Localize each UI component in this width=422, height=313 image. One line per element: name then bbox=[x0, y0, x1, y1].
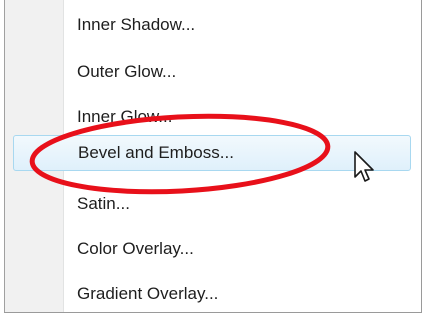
menu-item-satin[interactable]: Satin... bbox=[64, 186, 404, 222]
context-menu-screenshot: Inner Shadow... Outer Glow... Inner Glow… bbox=[0, 0, 422, 313]
menu-item-color-overlay[interactable]: Color Overlay... bbox=[64, 231, 404, 267]
layer-style-menu: Inner Shadow... Outer Glow... Inner Glow… bbox=[0, 0, 422, 313]
menu-item-gradient-overlay[interactable]: Gradient Overlay... bbox=[64, 276, 404, 312]
menu-item-bevel-and-emboss[interactable]: Bevel and Emboss... bbox=[13, 135, 411, 171]
menu-item-outer-glow[interactable]: Outer Glow... bbox=[64, 54, 404, 90]
menu-item-inner-glow[interactable]: Inner Glow... bbox=[64, 99, 404, 135]
menu-item-inner-shadow[interactable]: Inner Shadow... bbox=[64, 7, 404, 43]
